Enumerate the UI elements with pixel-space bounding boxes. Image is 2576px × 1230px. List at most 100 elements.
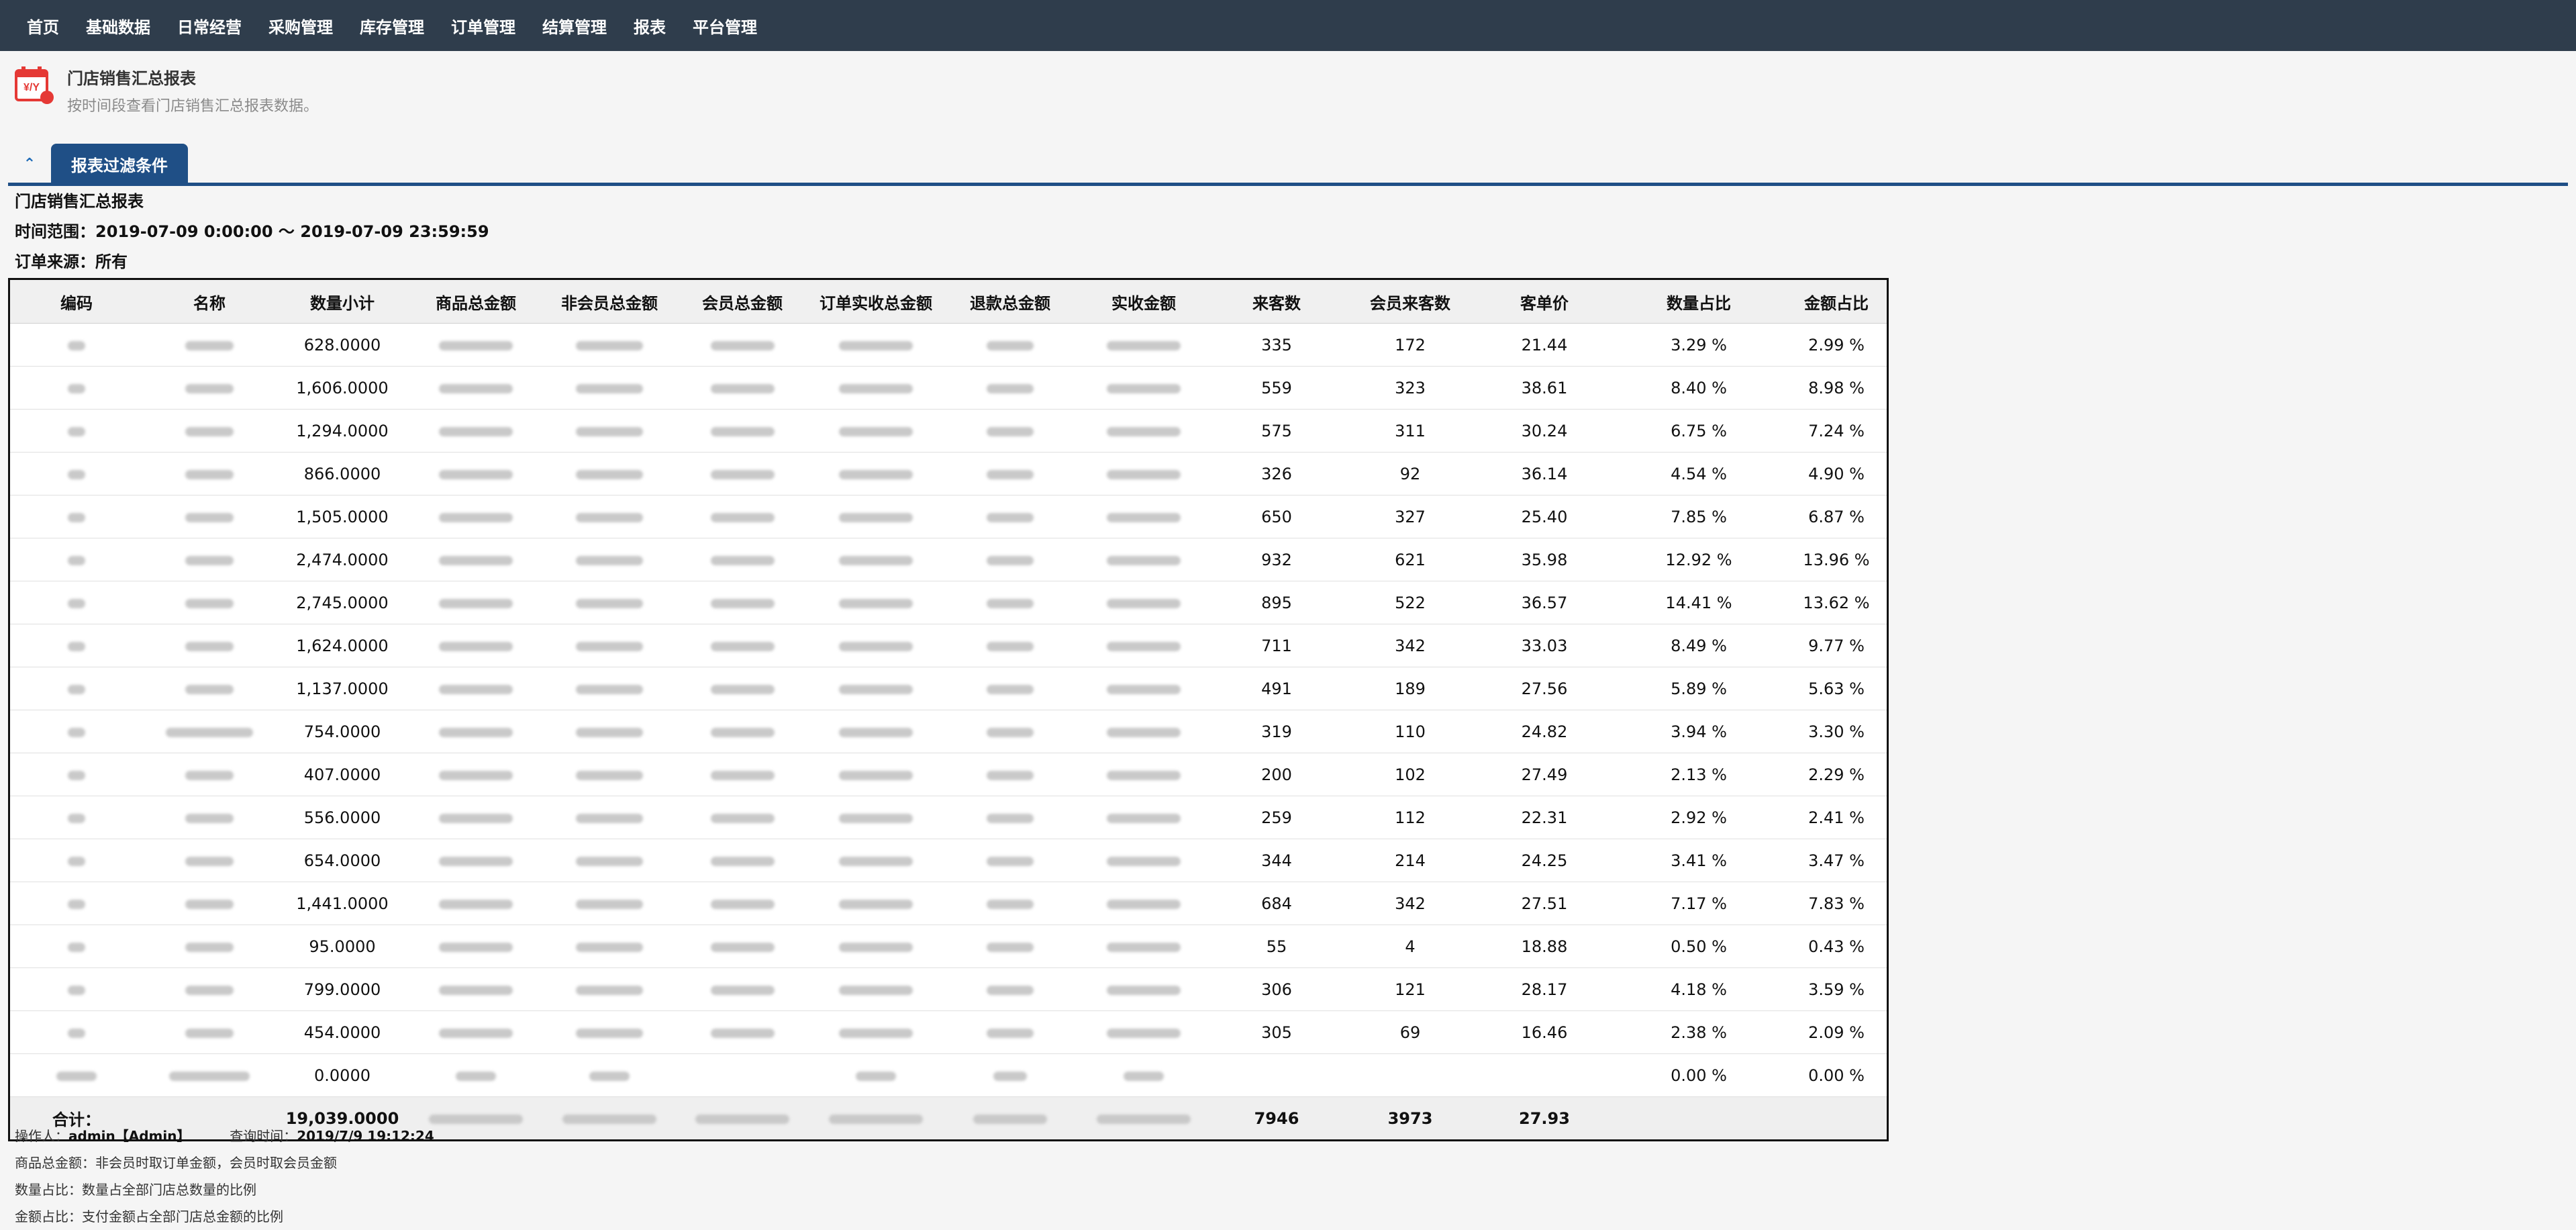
redacted-value <box>439 512 513 522</box>
redacted-value <box>576 426 643 436</box>
cell-received <box>1077 753 1210 796</box>
redacted-value <box>839 598 913 608</box>
redacted-value <box>439 598 513 608</box>
redacted-value <box>68 1028 85 1038</box>
nav-platform[interactable]: 平台管理 <box>693 14 757 38</box>
redacted-value <box>987 813 1034 823</box>
summary-received <box>1077 1096 1210 1139</box>
table-row: 2,474.0000 932 621 35.98 12.92 % 13.96 % <box>10 538 1887 581</box>
cell-order-received-total <box>809 1010 943 1054</box>
nav-daily-operations[interactable]: 日常经营 <box>177 14 242 38</box>
cell-code <box>10 323 143 367</box>
cell-code <box>10 839 143 882</box>
cell-received <box>1077 1053 1210 1097</box>
redacted-value <box>439 770 513 780</box>
cell-product-total <box>409 1053 543 1097</box>
cell-product-total <box>409 624 543 667</box>
redacted-value <box>185 383 234 393</box>
tab-report-filters[interactable]: 报表过滤条件 <box>51 144 188 184</box>
redacted-value <box>185 555 234 565</box>
cell-code <box>10 710 143 753</box>
redacted-value <box>576 555 643 565</box>
cell-code <box>10 753 143 796</box>
cell-refund-total <box>943 710 1077 753</box>
calendar-money-icon: ¥/Y <box>15 66 54 104</box>
redacted-value <box>710 985 775 995</box>
redacted-value <box>987 469 1034 479</box>
table-row: 1,505.0000 650 327 25.40 7.85 % 6.87 % <box>10 495 1887 538</box>
order-source: 订单来源：所有 <box>15 252 128 271</box>
nav-settlement[interactable]: 结算管理 <box>542 14 607 38</box>
nav-inventory[interactable]: 库存管理 <box>360 14 424 38</box>
cell-refund-total <box>943 925 1077 968</box>
redacted-value <box>987 1028 1034 1038</box>
cell-received <box>1077 967 1210 1011</box>
cell-amount-ratio: 3.59 % <box>1786 967 1887 1011</box>
cell-visitors: 559 <box>1210 366 1343 410</box>
svg-text:¥/Y: ¥/Y <box>23 82 40 93</box>
cell-nonmember-total <box>543 323 676 367</box>
cell-code <box>10 538 143 581</box>
cell-avg-ticket: 24.25 <box>1477 839 1612 882</box>
redacted-value <box>576 383 643 393</box>
redacted-value <box>1107 856 1181 866</box>
cell-nonmember-total <box>543 581 676 624</box>
redacted-value <box>710 684 775 694</box>
redacted-value <box>185 985 234 995</box>
nav-basic-data[interactable]: 基础数据 <box>86 14 150 38</box>
redacted-value <box>987 555 1034 565</box>
cell-nonmember-total <box>543 667 676 710</box>
cell-qty-ratio: 5.89 % <box>1612 667 1786 710</box>
query-time-value: 2019/7/9 19:12:24 <box>297 1128 434 1144</box>
redacted-value <box>68 899 85 909</box>
cell-member-visitors: 342 <box>1343 882 1477 925</box>
redacted-value <box>839 555 913 565</box>
note-product-total: 商品总金额：非会员时取订单金额，会员时取会员金额 <box>15 1155 337 1171</box>
redacted-value <box>68 340 85 350</box>
cell-avg-ticket: 38.61 <box>1477 366 1612 410</box>
cell-code <box>10 581 143 624</box>
nav-home[interactable]: 首页 <box>27 14 59 38</box>
nav-reports[interactable]: 报表 <box>634 14 666 38</box>
table-row: 799.0000 306 121 28.17 4.18 % 3.59 % <box>10 967 1887 1011</box>
redacted-value <box>710 1028 775 1038</box>
table-row: 1,624.0000 711 342 33.03 8.49 % 9.77 % <box>10 624 1887 667</box>
cell-member-visitors: 214 <box>1343 839 1477 882</box>
cell-qty: 754.0000 <box>276 710 409 753</box>
redacted-value <box>576 770 643 780</box>
nav-purchasing[interactable]: 采购管理 <box>268 14 333 38</box>
col-header-avg-ticket: 客单价 <box>1477 280 1612 324</box>
table-row: 866.0000 326 92 36.14 4.54 % 4.90 % <box>10 452 1887 495</box>
redacted-value <box>439 727 513 737</box>
cell-name <box>143 538 276 581</box>
cell-refund-total <box>943 1010 1077 1054</box>
cell-member-total <box>676 967 809 1011</box>
redacted-value <box>710 383 775 393</box>
redacted-value <box>839 469 913 479</box>
cell-nonmember-total <box>543 452 676 495</box>
cell-member-visitors: 110 <box>1343 710 1477 753</box>
cell-product-total <box>409 452 543 495</box>
cell-product-total <box>409 409 543 453</box>
nav-orders[interactable]: 订单管理 <box>451 14 515 38</box>
cell-qty-ratio: 8.49 % <box>1612 624 1786 667</box>
redacted-value <box>68 856 85 866</box>
cell-member-total <box>676 1010 809 1054</box>
redacted-value <box>439 1028 513 1038</box>
cell-code <box>10 925 143 968</box>
table-row: 556.0000 259 112 22.31 2.92 % 2.41 % <box>10 796 1887 839</box>
redacted-value <box>185 469 234 479</box>
cell-visitors: 259 <box>1210 796 1343 839</box>
cell-order-received-total <box>809 495 943 538</box>
collapse-chevron-icon[interactable]: ⌃ <box>20 154 39 173</box>
redacted-value <box>185 856 234 866</box>
cell-member-visitors: 621 <box>1343 538 1477 581</box>
cell-name <box>143 581 276 624</box>
redacted-value <box>576 340 643 350</box>
cell-amount-ratio: 0.00 % <box>1786 1053 1887 1097</box>
redacted-value <box>839 383 913 393</box>
cell-code <box>10 967 143 1011</box>
table-row: 1,606.0000 559 323 38.61 8.40 % 8.98 % <box>10 366 1887 410</box>
summary-refund-total <box>943 1096 1077 1139</box>
cell-code <box>10 409 143 453</box>
